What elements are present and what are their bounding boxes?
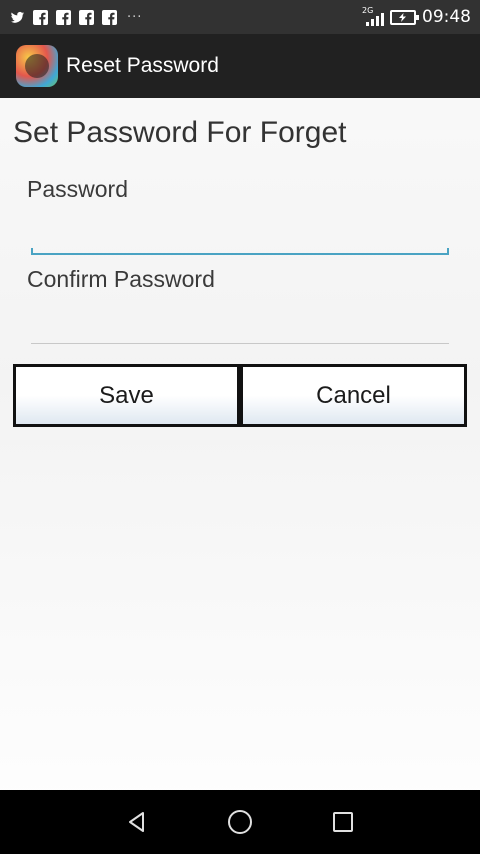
cellular-signal-icon: 2G [362,6,384,28]
twitter-icon [10,11,25,23]
home-icon [227,810,252,834]
app-logo-icon[interactable] [16,45,58,87]
confirm-password-input[interactable] [31,308,449,344]
password-input[interactable] [31,219,449,255]
status-bar: ··· 2G 09:48 [0,0,480,34]
status-right: 2G 09:48 [362,6,471,28]
facebook-icon [102,9,117,25]
recents-button[interactable] [328,807,358,837]
cancel-button[interactable]: Cancel [240,364,467,427]
password-focus-tick-right [447,248,449,255]
status-time: 09:48 [422,7,471,27]
save-button[interactable]: Save [13,364,240,427]
battery-charging-icon [390,9,419,25]
confirm-password-label: Confirm Password [27,266,215,292]
facebook-icon [33,9,48,25]
facebook-icon [56,9,71,25]
notification-icons: ··· [10,9,143,25]
facebook-icon [79,9,94,25]
app-title: Reset Password [66,54,219,77]
password-focus-tick-left [31,248,33,255]
page-heading: Set Password For Forget [13,116,347,149]
navigation-bar [0,790,480,854]
home-button[interactable] [225,807,255,837]
back-icon [129,812,145,832]
action-bar: Reset Password [0,34,480,98]
more-notifications-icon: ··· [127,9,143,25]
back-button[interactable] [122,807,152,837]
recents-icon [332,812,353,832]
password-label: Password [27,176,128,202]
